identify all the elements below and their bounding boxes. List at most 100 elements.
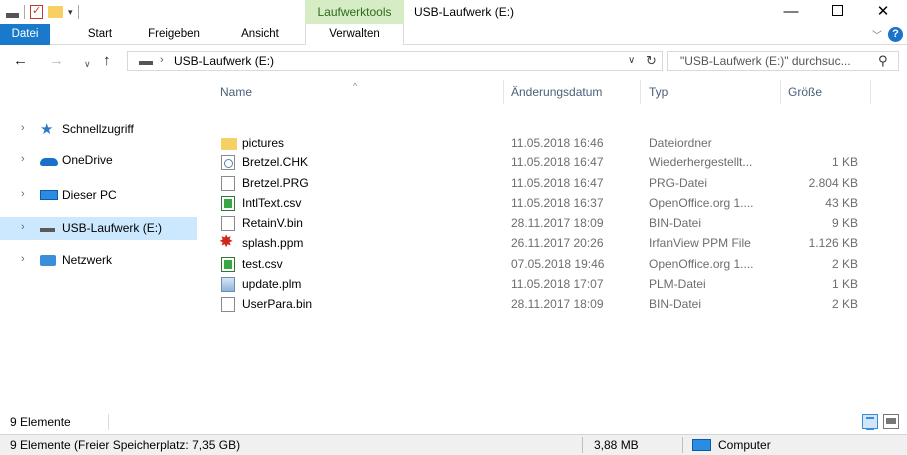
breadcrumb-drive[interactable]: USB-Laufwerk (E:) [174, 54, 274, 68]
maximize-icon [831, 5, 843, 16]
address-dropdown-icon[interactable]: ∨ [628, 55, 635, 66]
file-row[interactable]: update.plm 11.05.2018 17:07 PLM-Datei 1 … [200, 275, 880, 294]
minimize-button[interactable]: — [768, 0, 814, 24]
tab-verwalten[interactable]: Verwalten [305, 24, 404, 45]
help-icon[interactable]: ? [888, 27, 903, 42]
column-divider[interactable] [870, 80, 871, 104]
drive-icon [40, 228, 55, 232]
expand-chevron-icon[interactable]: › [21, 188, 25, 200]
expand-chevron-icon[interactable]: › [21, 122, 25, 134]
file-row[interactable]: test.csv 07.05.2018 19:46 OpenOffice.org… [200, 255, 880, 274]
column-divider[interactable] [640, 80, 641, 104]
new-folder-icon[interactable] [48, 6, 63, 18]
customize-toolbar-dropdown-icon[interactable]: ▾ [68, 7, 73, 18]
nav-item-label: Dieser PC [62, 188, 117, 202]
file-name: pictures [242, 136, 285, 150]
column-header-size[interactable]: Größe [788, 77, 822, 107]
file-row[interactable]: UserPara.bin 28.11.2017 18:09 BIN-Datei … [200, 295, 880, 314]
file-row[interactable]: Bretzel.CHK 11.05.2018 16:47 Wiederherge… [200, 153, 880, 172]
file-date: 26.11.2017 20:26 [511, 236, 604, 250]
nav-item-schnellzugriff[interactable]: › ★ Schnellzugriff [0, 118, 197, 141]
close-button[interactable]: ✕ [860, 0, 906, 24]
plm-file-icon [221, 277, 235, 292]
separator [108, 414, 109, 430]
total-size-text: 3,88 MB [594, 438, 639, 452]
tab-ansicht[interactable]: Ansicht [232, 24, 288, 45]
file-name: Bretzel.PRG [242, 176, 309, 190]
location-text: Computer [718, 438, 771, 452]
file-row[interactable]: pictures 11.05.2018 16:46 Dateiordner [200, 134, 880, 153]
file-size: 1 KB [831, 277, 858, 291]
info-bar: 9 Elemente (Freier Speicherplatz: 7,35 G… [0, 434, 907, 455]
file-icon [221, 297, 235, 312]
file-size: 43 KB [825, 196, 858, 210]
nav-item-dieser-pc[interactable]: › Dieser PC [0, 184, 197, 207]
tab-freigeben[interactable]: Freigeben [138, 24, 210, 45]
file-name: test.csv [242, 257, 283, 271]
nav-item-onedrive[interactable]: › OneDrive [0, 149, 197, 172]
expand-chevron-icon[interactable]: › [21, 153, 25, 165]
file-date: 28.11.2017 18:09 [511, 297, 604, 311]
large-icons-view-icon[interactable] [883, 414, 899, 429]
file-size: 2 KB [831, 257, 858, 271]
back-arrow-icon[interactable]: ← [13, 53, 28, 69]
column-header-name[interactable]: Name [220, 77, 252, 107]
file-type: Dateiordner [649, 136, 712, 150]
tab-start[interactable]: Start [78, 24, 122, 45]
forward-arrow-icon[interactable]: → [49, 53, 64, 69]
nav-item-usb-laufwerk[interactable]: › USB-Laufwerk (E:) [0, 217, 197, 240]
expand-chevron-icon[interactable]: › [21, 253, 25, 265]
file-size: 1 KB [831, 155, 858, 169]
file-date: 28.11.2017 18:09 [511, 216, 604, 230]
drive-icon [6, 12, 19, 18]
maximize-button[interactable] [814, 0, 860, 24]
separator [24, 5, 25, 19]
folder-icon [221, 138, 237, 150]
refresh-icon[interactable]: ↻ [646, 53, 657, 69]
details-view-icon[interactable] [862, 414, 878, 430]
address-bar[interactable]: › USB-Laufwerk (E:) ∨ ↻ [127, 51, 663, 71]
context-tab-header: Laufwerktools [305, 0, 404, 24]
file-name: Bretzel.CHK [242, 155, 309, 169]
status-bar: 9 Elemente [0, 410, 907, 434]
ppm-file-icon [219, 233, 235, 251]
nav-item-label: Netzwerk [62, 253, 113, 267]
search-input[interactable]: "USB-Laufwerk (E:)" durchsuc... ⚲ [667, 51, 899, 71]
column-header-type[interactable]: Typ [649, 77, 668, 107]
file-row[interactable]: IntlText.csv 11.05.2018 16:37 OpenOffice… [200, 194, 880, 213]
recent-locations-icon[interactable]: ∨ [84, 56, 91, 72]
file-date: 07.05.2018 19:46 [511, 257, 605, 271]
file-icon [221, 176, 235, 191]
pc-icon [40, 190, 58, 200]
file-row[interactable]: RetainV.bin 28.11.2017 18:09 BIN-Datei 9… [200, 214, 880, 233]
search-icon[interactable]: ⚲ [878, 53, 888, 69]
expand-ribbon-icon[interactable]: ﹀ [872, 27, 882, 42]
column-divider[interactable] [780, 80, 781, 104]
column-divider[interactable] [503, 80, 504, 104]
tab-datei[interactable]: Datei [0, 24, 50, 45]
separator [77, 5, 79, 19]
file-name: update.plm [242, 277, 302, 291]
file-date: 11.05.2018 16:47 [511, 155, 604, 169]
csv-file-icon [221, 257, 235, 272]
file-size: 2.804 KB [808, 176, 858, 190]
file-row[interactable]: Bretzel.PRG 11.05.2018 16:47 PRG-Datei 2… [200, 174, 880, 193]
file-row[interactable]: splash.ppm 26.11.2017 20:26 IrfanView PP… [200, 233, 880, 253]
breadcrumb-chevron-icon[interactable]: › [160, 54, 164, 66]
file-date: 11.05.2018 16:47 [511, 176, 604, 190]
free-space-text: 9 Elemente (Freier Speicherplatz: 7,35 G… [10, 438, 241, 452]
title-bar: ▾ Laufwerktools USB-Laufwerk (E:) — ✕ [0, 0, 907, 24]
expand-chevron-icon[interactable]: › [21, 221, 25, 233]
up-arrow-icon[interactable]: ↑ [103, 53, 111, 69]
properties-icon[interactable] [30, 4, 43, 19]
star-icon: ★ [40, 121, 54, 138]
file-type: OpenOffice.org 1.... [649, 196, 754, 210]
file-name: UserPara.bin [242, 297, 313, 311]
nav-item-label: Schnellzugriff [62, 122, 134, 136]
file-name: RetainV.bin [242, 216, 303, 230]
nav-item-netzwerk[interactable]: › Netzwerk [0, 249, 197, 272]
file-type: OpenOffice.org 1.... [649, 257, 754, 271]
quick-access-toolbar: ▾ [6, 4, 84, 20]
computer-icon [692, 439, 711, 451]
column-header-date[interactable]: Änderungsdatum [511, 77, 602, 107]
